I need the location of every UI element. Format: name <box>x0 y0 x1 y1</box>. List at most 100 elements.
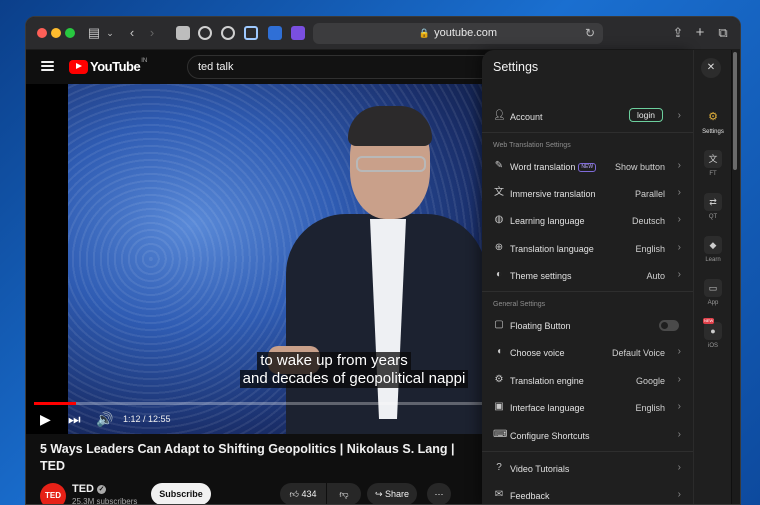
feedback-icon: ✉ <box>494 489 504 500</box>
back-arrow-icon[interactable]: ‹ <box>124 25 140 41</box>
chevron-right-icon: › <box>677 160 681 171</box>
forward-arrow-icon[interactable]: › <box>144 25 160 41</box>
browser-window: ▤ ⌄ ‹ › ▭ 🔒youtube.com ↻ ⇪ + ⧉ YouTube I… <box>25 16 741 505</box>
rail-label-settings: Settings <box>702 129 724 135</box>
video-tutorials-row[interactable]: ? Video Tutorials › <box>482 458 693 480</box>
caption-line-1: to wake up from years <box>257 352 411 370</box>
region-code: IN <box>141 57 148 64</box>
interface-language-row[interactable]: ▣ Interface language English › <box>482 397 693 419</box>
new-badge: NEW <box>703 318 715 324</box>
rail-item-settings[interactable]: ⚙ Settings <box>694 108 732 135</box>
extension-icon[interactable] <box>176 26 190 40</box>
extension-compass-icon[interactable] <box>221 26 235 40</box>
extension-cube-icon[interactable] <box>244 26 258 40</box>
more-actions-button[interactable]: ⋯ <box>427 483 451 504</box>
new-tab-icon[interactable]: + <box>692 25 708 41</box>
interface-language-value: English <box>635 403 665 413</box>
choose-voice-value: Default Voice <box>611 348 665 358</box>
learning-language-label: Learning language <box>510 216 585 226</box>
close-window-button[interactable] <box>37 28 47 38</box>
translation-engine-row[interactable]: ⚙ Translation engine Google › <box>482 370 693 392</box>
chevron-down-icon[interactable]: ⌄ <box>102 25 118 41</box>
immersive-translation-label: Immersive translation <box>510 189 596 199</box>
chevron-right-icon: › <box>677 401 681 412</box>
account-row[interactable]: 👤︎ Account login › <box>482 106 693 128</box>
chevron-right-icon: › <box>677 214 681 225</box>
search-input[interactable]: ted talk <box>187 55 487 79</box>
video-title: 5 Ways Leaders Can Adapt to Shifting Geo… <box>40 442 455 473</box>
general-settings-header: General Settings <box>493 301 546 308</box>
rail-item-ios[interactable]: NEW ● iOS <box>694 318 732 349</box>
panel-scrollbar-thumb[interactable] <box>733 52 737 170</box>
settings-panel: Settings 👤︎ Account login › Web Translat… <box>482 50 693 504</box>
chevron-right-icon: › <box>677 187 681 198</box>
rail-item-ft[interactable]: 文 FT <box>694 150 732 177</box>
channel-avatar[interactable]: TED <box>40 483 66 504</box>
video-player[interactable]: to wake up from years and decades of geo… <box>26 84 482 434</box>
extension-translate-icon[interactable] <box>291 26 305 40</box>
configure-shortcuts-row[interactable]: ⌨ Configure Shortcuts › <box>482 425 693 447</box>
progress-bar[interactable] <box>34 402 482 405</box>
chevron-right-icon: › <box>677 269 681 280</box>
feedback-row[interactable]: ✉ Feedback › <box>482 485 693 504</box>
globe-icon: ◍ <box>494 214 504 225</box>
speaker-glasses <box>356 156 426 172</box>
floating-button-icon: ▢ <box>494 319 504 330</box>
zoom-window-button[interactable] <box>65 28 75 38</box>
subscribe-button[interactable]: Subscribe <box>151 483 211 504</box>
choose-voice-row[interactable]: ◖ Choose voice Default Voice › <box>482 342 693 364</box>
menu-icon[interactable] <box>41 61 54 71</box>
address-bar[interactable]: 🔒 youtube.com ↻ <box>313 23 603 44</box>
learning-language-row[interactable]: ◍ Learning language Deutsch › <box>482 210 693 232</box>
next-icon[interactable]: ⏭ <box>68 411 81 428</box>
engine-icon: ⚙ <box>494 374 504 385</box>
login-button[interactable]: login <box>629 108 663 122</box>
floating-button-toggle[interactable] <box>659 320 679 331</box>
apple-icon: ● <box>704 322 722 340</box>
channel-name[interactable]: TED ✓ <box>72 483 106 495</box>
configure-shortcuts-label: Configure Shortcuts <box>510 431 590 441</box>
caption-line-2: and decades of geopolitical nappi <box>239 370 469 388</box>
sidebar-toggle-icon[interactable]: ▤ <box>86 25 102 41</box>
rail-item-app[interactable]: ▭ App <box>694 279 732 306</box>
thumbs-down-icon: 👎︎ <box>339 489 349 499</box>
floating-button-row: ▢ Floating Button <box>482 315 693 337</box>
immersive-translation-row[interactable]: 文 Immersive translation Parallel › <box>482 183 693 205</box>
immersive-translation-value: Parallel <box>634 189 665 199</box>
share-icon[interactable]: ⇪ <box>670 25 686 41</box>
like-button[interactable]: 👍︎ 434 <box>280 483 326 504</box>
word-translation-row[interactable]: ✎ Word translation NEW Show button › <box>482 156 693 178</box>
word-translation-label: Word translation NEW <box>510 162 597 173</box>
dislike-button[interactable]: 👎︎ <box>327 483 361 504</box>
extension-js-icon[interactable] <box>268 26 282 40</box>
divider <box>482 291 693 292</box>
minimize-window-button[interactable] <box>51 28 61 38</box>
volume-icon[interactable]: 🔊 <box>96 411 113 428</box>
translation-language-row[interactable]: ⊕ Translation language English › <box>482 238 693 260</box>
interface-icon: ▣ <box>494 401 504 412</box>
globe-icon: ⊕ <box>494 242 504 253</box>
app-icon: ▭ <box>704 279 722 297</box>
feedback-label: Feedback <box>510 491 550 501</box>
tab-overview-icon[interactable]: ⧉ <box>715 25 731 41</box>
extension-rail: ✕ ⚙ Settings 文 FT ⇄ QT ◆ Learn ▭ App NEW… <box>693 50 732 504</box>
user-icon: 👤︎ <box>493 110 506 121</box>
word-icon: ✎ <box>494 160 504 171</box>
play-icon[interactable]: ▶ <box>40 411 51 428</box>
player-controls: ▶ ⏭ 🔊 1:12 / 12:55 <box>26 409 482 433</box>
theme-settings-row[interactable]: ◐ Theme settings Auto › <box>482 265 693 287</box>
rail-label-app: App <box>707 300 719 306</box>
share-button[interactable]: ↪ Share <box>367 483 417 504</box>
rail-item-qt[interactable]: ⇄ QT <box>694 193 732 220</box>
share-arrow-icon: ↪ <box>374 489 383 499</box>
close-icon[interactable]: ✕ <box>701 58 721 78</box>
youtube-logo[interactable]: YouTube IN <box>69 57 148 74</box>
logo-text: YouTube <box>90 59 141 74</box>
graduation-cap-icon: ◆ <box>704 236 722 254</box>
interface-language-label: Interface language <box>510 403 585 413</box>
rail-item-learn[interactable]: ◆ Learn <box>694 236 732 263</box>
subscriber-count: 25.3M subscribers <box>72 497 138 505</box>
reload-icon[interactable]: ↻ <box>585 23 595 44</box>
palette-icon: ◐ <box>495 269 503 280</box>
extension-target-icon[interactable] <box>198 26 212 40</box>
